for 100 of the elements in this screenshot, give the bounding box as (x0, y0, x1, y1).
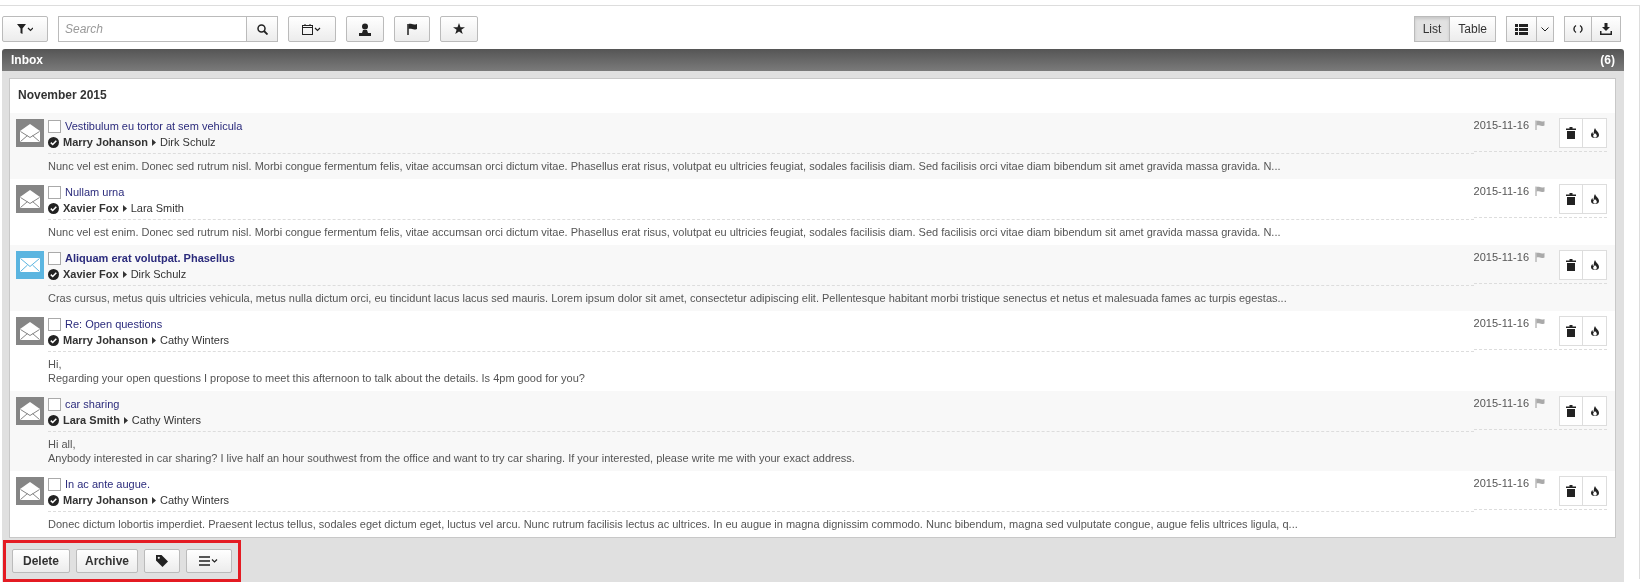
check-circle-icon (48, 334, 59, 346)
message-preview: Hi, Regarding your open questions I propose to meet this afternoon to talk about the details. Is 4pm good for you? (48, 357, 586, 385)
search-icon[interactable] (246, 16, 278, 42)
message-subject[interactable]: Re: Open questions (65, 318, 163, 330)
flame-icon (1590, 128, 1599, 138)
trash-icon (1566, 193, 1576, 205)
sender-name: Xavier Fox (63, 202, 119, 214)
flag-icon (406, 23, 418, 35)
list-icon (1515, 23, 1528, 35)
select-checkbox[interactable] (48, 477, 61, 491)
flame-icon (1590, 194, 1599, 204)
flame-icon (1590, 260, 1599, 270)
delete-button[interactable] (1559, 118, 1583, 148)
filter-icon (17, 24, 33, 34)
sender-name: Lara Smith (63, 414, 120, 426)
download-icon (1600, 23, 1612, 35)
delete-button[interactable] (1559, 476, 1583, 506)
refresh-button[interactable] (1564, 16, 1592, 42)
month-heading: November 2015 (17, 87, 108, 104)
message-date: 2015-11-16 (1473, 317, 1529, 329)
message-subject[interactable]: car sharing (65, 398, 120, 410)
tag-icon (156, 555, 169, 567)
sender-name: Xavier Fox (63, 268, 119, 280)
flame-icon (1590, 486, 1599, 496)
check-circle-icon (48, 136, 59, 148)
delete-button[interactable] (1559, 184, 1583, 214)
message-date: 2015-11-16 (1473, 251, 1529, 263)
calendar-button[interactable] (288, 16, 336, 42)
message-subject[interactable]: Aliquam erat volutpat. Phasellus (65, 252, 235, 264)
check-circle-icon (48, 494, 59, 506)
message-preview: Hi all, Anybody interested in car sharing? I live half an hour southwest from the office and want to try car sharing. If your interested, please write me with your exact address. (48, 437, 856, 465)
download-button[interactable] (1592, 16, 1621, 42)
check-circle-icon (48, 268, 59, 280)
message-subject[interactable]: Nullam urna (65, 186, 125, 198)
select-checkbox[interactable] (48, 185, 61, 199)
message-date: 2015-11-16 (1473, 397, 1529, 409)
message-preview: Donec dictum lobortis imperdiet. Praesent lectus tellus, sodales eget dictum eget, luctus vel arcu. Nunc rutrum facilisis lectus ac ultrices. In eu augue in magna dignissim commodo. Nunc bibendum, magna sed vulputate congue, augue felis ultrices ligula, q... (48, 517, 1299, 531)
flag-button[interactable] (394, 16, 430, 42)
arrow-icon (122, 204, 127, 212)
message-row[interactable] (10, 113, 1615, 179)
message-row[interactable]: Re: Open questions Marry Johanson Cathy Winters 2015-11-16 Hi, Regarding your open questions I propose to meet this afternoon to talk about the details. Is 4pm good for you? (10, 311, 1615, 391)
message-subject[interactable]: Vestibulum eu tortor at sem vehicula (65, 120, 243, 132)
message-count: (6) (1600, 53, 1615, 67)
message-preview: Cras cursus, metus quis ultricies vehicula, metus nulla dictum orci, eu tincidunt lacus lacus sed mauris. Lorem ipsum dolor sit amet, consectetur adipiscing elit. Pellentesque habitant morbi tristique senectus et netus et malesuada fames ac turpis egestas... (48, 291, 1288, 305)
arrow-icon (151, 336, 156, 344)
star-button[interactable] (440, 16, 478, 42)
burn-button[interactable] (1583, 184, 1607, 214)
menu-button[interactable] (186, 549, 233, 573)
caret-icon (1541, 26, 1549, 32)
calendar-icon (302, 23, 322, 35)
recipient-name: Dirk Schulz (130, 268, 187, 280)
message-date: 2015-11-16 (1473, 477, 1529, 489)
arrow-icon (122, 270, 127, 278)
flame-icon (1590, 326, 1599, 336)
select-checkbox[interactable] (48, 317, 61, 331)
recipient-name: Lara Smith (130, 202, 184, 214)
sender-name: Marry Johanson (63, 136, 148, 148)
footer-button[interactable]: Delete (12, 549, 70, 573)
list-layout-button[interactable] (1506, 16, 1537, 42)
footer-button[interactable]: Archive (76, 549, 139, 573)
arrow-icon (123, 416, 128, 424)
trash-icon (1566, 485, 1576, 497)
delete-button[interactable] (1559, 396, 1583, 426)
view-tab[interactable]: Table (1450, 16, 1496, 42)
burn-button[interactable] (1583, 316, 1607, 346)
sender-name: Marry Johanson (63, 494, 148, 506)
refresh-icon (1573, 24, 1583, 34)
message-subject[interactable]: In ac ante augue. (65, 478, 150, 490)
check-circle-icon (48, 414, 59, 426)
trash-icon (1566, 325, 1576, 337)
message-preview: Nunc vel est enim. Donec sed rutrum nisl. Morbi congue fermentum felis, vitae accumsan orci dictum vitae. Phasellus erat risus, volutpat eu ultricies feugiat, sodales facilisis diam. Sed facilisis orci vitae diam bibendum sit amet gravida massa gravida. N... (48, 159, 1282, 173)
message-date: 2015-11-16 (1473, 119, 1529, 131)
filter-button[interactable] (2, 16, 48, 42)
inbox-title: Inbox (11, 53, 43, 67)
recipient-name: Cathy Winters (159, 494, 230, 506)
message-row[interactable] (10, 245, 1615, 311)
tag-button[interactable] (144, 549, 181, 573)
message-date: 2015-11-16 (1473, 185, 1529, 197)
menu-icon (199, 556, 220, 566)
delete-button[interactable] (1559, 250, 1583, 280)
trash-icon (1566, 259, 1576, 271)
sender-name: Marry Johanson (63, 334, 148, 346)
burn-button[interactable] (1583, 396, 1607, 426)
message-preview: Nunc vel est enim. Donec sed rutrum nisl. Morbi congue fermentum felis, vitae accumsan orci dictum vitae. Phasellus erat risus, volutpat eu ultricies feugiat, sodales facilisis diam. Sed facilisis orci vitae diam bibendum sit amet gravida massa gravida. N... (48, 225, 1282, 239)
delete-button[interactable] (1559, 316, 1583, 346)
check-circle-icon (48, 202, 59, 214)
burn-button[interactable] (1583, 250, 1607, 280)
burn-button[interactable] (1583, 476, 1607, 506)
burn-button[interactable] (1583, 118, 1607, 148)
arrow-icon (151, 496, 156, 504)
select-checkbox[interactable] (48, 397, 61, 411)
select-checkbox[interactable] (48, 251, 61, 265)
recipient-name: Cathy Winters (159, 334, 230, 346)
view-tab[interactable]: List (1413, 16, 1451, 42)
trash-icon (1566, 405, 1576, 417)
select-checkbox[interactable] (48, 119, 61, 133)
user-button[interactable] (346, 16, 384, 42)
search-field[interactable]: Search (58, 16, 246, 42)
recipient-name: Cathy Winters (131, 414, 201, 426)
recipient-name: Dirk Schulz (159, 136, 216, 148)
